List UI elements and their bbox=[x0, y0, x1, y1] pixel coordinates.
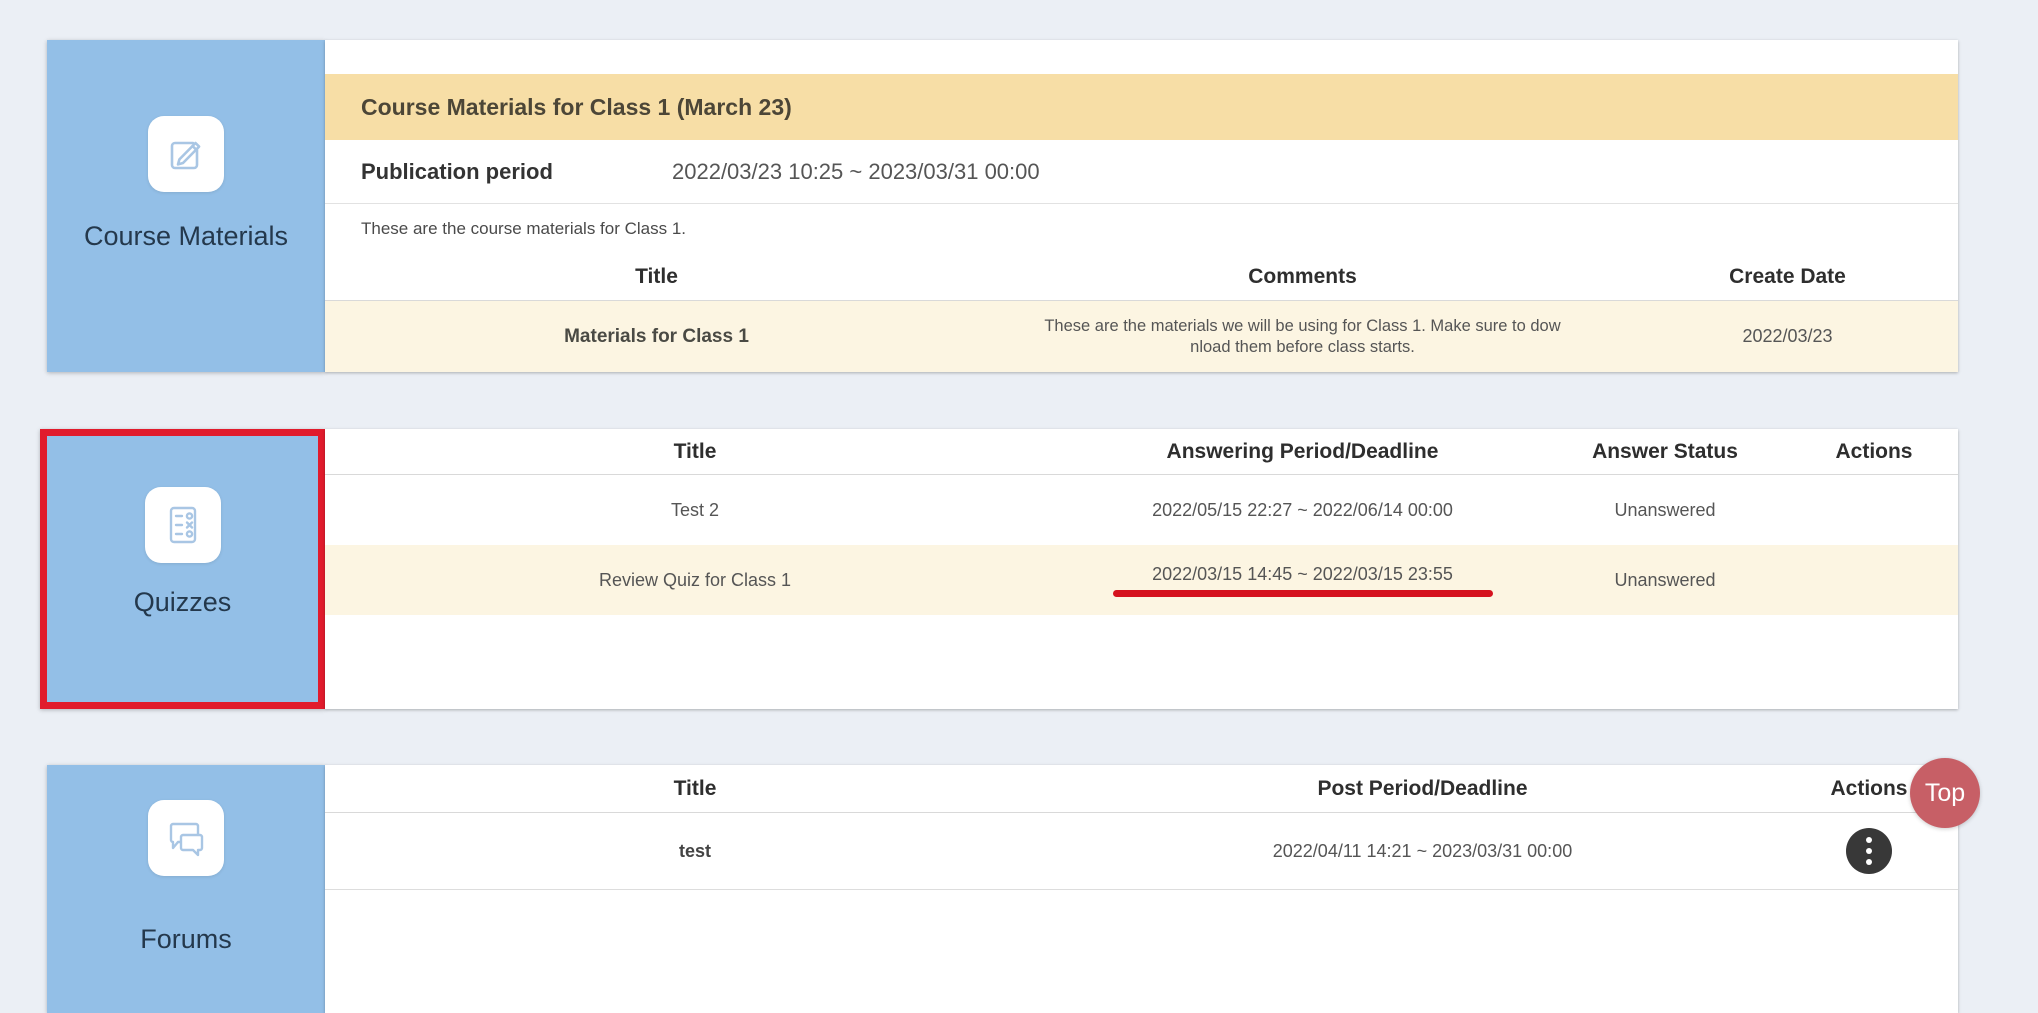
forums-section: Forums Title Post Period/Deadline Action… bbox=[0, 765, 2038, 1013]
material-title[interactable]: Materials for Class 1 bbox=[325, 301, 988, 372]
quizzes-table-header: Title Answering Period/Deadline Answer S… bbox=[325, 429, 1958, 475]
material-create-date: 2022/03/23 bbox=[1617, 301, 1958, 372]
quiz-actions bbox=[1790, 475, 1958, 545]
materials-col-create-date: Create Date bbox=[1617, 253, 1958, 300]
quizzes-tile-highlight[interactable]: Quizzes bbox=[40, 429, 325, 709]
forums-table-header: Title Post Period/Deadline Actions bbox=[325, 765, 1958, 813]
quizzes-col-status: Answer Status bbox=[1540, 429, 1790, 474]
quizzes-panel-empty-area bbox=[325, 615, 1958, 709]
course-materials-description: These are the course materials for Class… bbox=[325, 204, 1958, 253]
quiz-row[interactable]: Test 2 2022/05/15 22:27 ~ 2022/06/14 00:… bbox=[325, 475, 1958, 545]
course-materials-band-title: Course Materials for Class 1 (March 23) bbox=[361, 94, 792, 121]
quizzes-tile-label: Quizzes bbox=[47, 586, 318, 618]
forum-row[interactable]: test 2022/04/11 14:21 ~ 2023/03/31 00:00 bbox=[325, 813, 1958, 890]
quiz-row[interactable]: Review Quiz for Class 1 2022/03/15 14:45… bbox=[325, 545, 1958, 615]
publication-period-label: Publication period bbox=[325, 159, 672, 185]
materials-col-title: Title bbox=[325, 253, 988, 300]
forum-icon bbox=[148, 800, 224, 876]
material-row[interactable]: Materials for Class 1 These are the mate… bbox=[325, 301, 1958, 372]
course-materials-section: Course Materials Course Materials for Cl… bbox=[0, 40, 2038, 372]
edit-icon bbox=[148, 116, 224, 192]
quizzes-col-period: Answering Period/Deadline bbox=[1065, 429, 1540, 474]
quizzes-panel: Title Answering Period/Deadline Answer S… bbox=[325, 429, 1958, 709]
course-materials-tile-label: Course Materials bbox=[47, 220, 325, 252]
publication-period-value: 2022/03/23 10:25 ~ 2023/03/31 00:00 bbox=[672, 159, 1040, 185]
quiz-actions bbox=[1790, 545, 1958, 615]
course-materials-tile[interactable]: Course Materials bbox=[47, 40, 325, 372]
forums-tile-label: Forums bbox=[47, 923, 325, 955]
forums-col-period: Post Period/Deadline bbox=[1065, 765, 1780, 812]
quiz-title[interactable]: Test 2 bbox=[325, 475, 1065, 545]
publication-period-row: Publication period 2022/03/23 10:25 ~ 20… bbox=[325, 140, 1958, 204]
forum-period: 2022/04/11 14:21 ~ 2023/03/31 00:00 bbox=[1065, 813, 1780, 889]
quiz-period: 2022/05/15 22:27 ~ 2022/06/14 00:00 bbox=[1065, 475, 1540, 545]
forums-panel: Title Post Period/Deadline Actions test … bbox=[325, 765, 1958, 1013]
panel-padding bbox=[325, 40, 1958, 74]
quiz-period: 2022/03/15 14:45 ~ 2022/03/15 23:55 bbox=[1065, 545, 1540, 615]
materials-col-comments: Comments bbox=[988, 253, 1617, 300]
quizzes-col-actions: Actions bbox=[1790, 429, 1958, 474]
quiz-status: Unanswered bbox=[1540, 475, 1790, 545]
kebab-menu-icon[interactable] bbox=[1846, 828, 1892, 874]
forums-col-title: Title bbox=[325, 765, 1065, 812]
materials-table-header: Title Comments Create Date bbox=[325, 253, 1958, 301]
course-materials-band[interactable]: Course Materials for Class 1 (March 23) bbox=[325, 74, 1958, 140]
red-underline-annotation bbox=[1113, 590, 1493, 597]
quiz-status: Unanswered bbox=[1540, 545, 1790, 615]
quizzes-col-title: Title bbox=[325, 429, 1065, 474]
course-materials-panel: Course Materials for Class 1 (March 23) … bbox=[325, 40, 1958, 372]
quiz-title[interactable]: Review Quiz for Class 1 bbox=[325, 545, 1065, 615]
material-comments: These are the materials we will be using… bbox=[988, 301, 1617, 372]
forum-title[interactable]: test bbox=[325, 813, 1065, 889]
forums-tile[interactable]: Forums bbox=[47, 765, 325, 1013]
quizzes-section: Quizzes Title Answering Period/Deadline … bbox=[0, 429, 2038, 709]
scroll-to-top-button[interactable]: Top bbox=[1910, 758, 1980, 828]
forums-panel-empty-area bbox=[325, 890, 1958, 1013]
quiz-period-text: 2022/03/15 14:45 ~ 2022/03/15 23:55 bbox=[1152, 564, 1453, 585]
quiz-icon bbox=[145, 487, 221, 563]
